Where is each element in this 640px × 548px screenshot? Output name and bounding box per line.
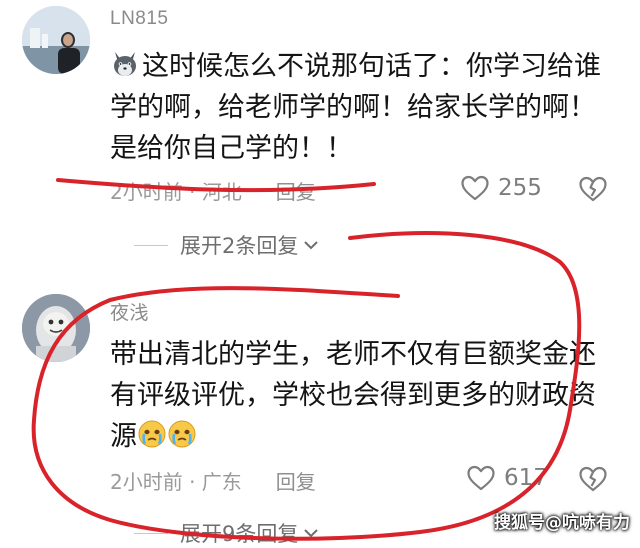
comment-line: 有评级评优，学校也会得到更多的财政资 xyxy=(110,380,596,411)
username[interactable]: 夜浅 xyxy=(110,298,149,325)
comment-line: 学的啊，给老师学的啊！给家长学的啊！ xyxy=(110,92,596,123)
crying-face-icon xyxy=(167,419,197,449)
timestamp-location: 2小时前 · 河北 xyxy=(110,180,242,204)
comment-meta: 2小时前 · 广东 回复 xyxy=(110,466,316,495)
crying-face-icon xyxy=(137,419,167,449)
wolf-emoji-icon xyxy=(110,49,140,79)
like-button[interactable]: 617 xyxy=(466,464,548,492)
divider xyxy=(134,244,168,246)
username[interactable]: LN815 xyxy=(110,8,169,30)
avatar[interactable] xyxy=(22,294,90,362)
reply-button[interactable]: 回复 xyxy=(276,180,316,204)
comment-line: 是给你自己学的！！ xyxy=(110,133,353,164)
broken-heart-icon[interactable] xyxy=(578,465,608,497)
expand-replies-button[interactable]: 展开2条回复 xyxy=(134,230,320,260)
like-button[interactable]: 255 xyxy=(460,174,542,202)
heart-icon xyxy=(460,174,490,202)
comment-meta: 2小时前 · 河北 回复 xyxy=(110,176,316,205)
watermark: 搜狐号@吭哧有力 xyxy=(494,513,630,533)
reply-button[interactable]: 回复 xyxy=(276,470,316,494)
avatar[interactable] xyxy=(22,6,90,74)
expand-replies-label: 展开9条回复 xyxy=(180,522,299,546)
comment-line: 带出清北的学生，老师不仅有巨额奖金还 xyxy=(110,339,596,370)
comment-line: 这时候怎么不说那句话了：你学习给谁 xyxy=(110,46,610,87)
timestamp-location: 2小时前 · 广东 xyxy=(110,470,242,494)
broken-heart-icon[interactable] xyxy=(578,175,608,207)
comment-line: 源 xyxy=(110,416,610,457)
heart-icon xyxy=(466,464,496,492)
expand-replies-button[interactable]: 展开9条回复 xyxy=(134,518,320,548)
chevron-down-icon xyxy=(302,233,320,257)
divider xyxy=(134,532,168,534)
like-count: 617 xyxy=(504,465,548,491)
expand-replies-label: 展开2条回复 xyxy=(180,234,299,258)
like-count: 255 xyxy=(498,175,542,201)
comment-section: LN815 这时候怎么不说那句话了：你学习给谁 学的啊，给老师学的啊！给家长学的… xyxy=(0,0,640,547)
comment-body: 这时候怎么不说那句话了：你学习给谁 学的啊，给老师学的啊！给家长学的啊！ 是给你… xyxy=(110,46,610,169)
comment-body: 带出清北的学生，老师不仅有巨额奖金还 有评级评优，学校也会得到更多的财政资 源 xyxy=(110,334,610,457)
chevron-down-icon xyxy=(302,521,320,545)
